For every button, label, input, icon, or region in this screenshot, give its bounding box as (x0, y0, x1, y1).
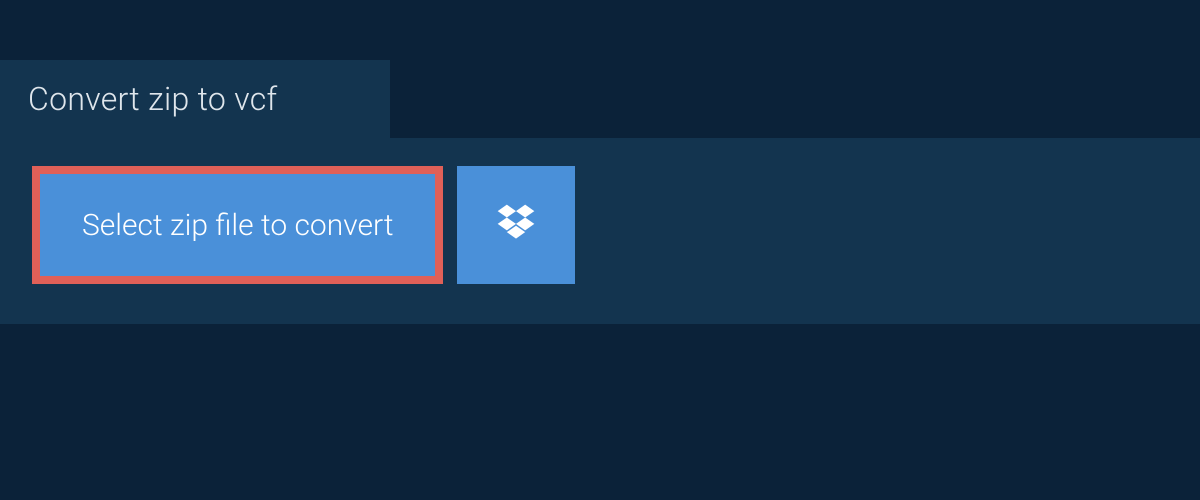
select-file-label: Select zip file to convert (82, 208, 393, 243)
button-row: Select zip file to convert (32, 166, 1168, 284)
dropbox-icon (494, 201, 538, 249)
upload-panel: Select zip file to convert (0, 138, 1200, 324)
dropbox-button[interactable] (457, 166, 575, 284)
tab-header: Convert zip to vcf (0, 60, 390, 138)
tab-title: Convert zip to vcf (28, 80, 277, 118)
select-file-button[interactable]: Select zip file to convert (32, 166, 443, 284)
